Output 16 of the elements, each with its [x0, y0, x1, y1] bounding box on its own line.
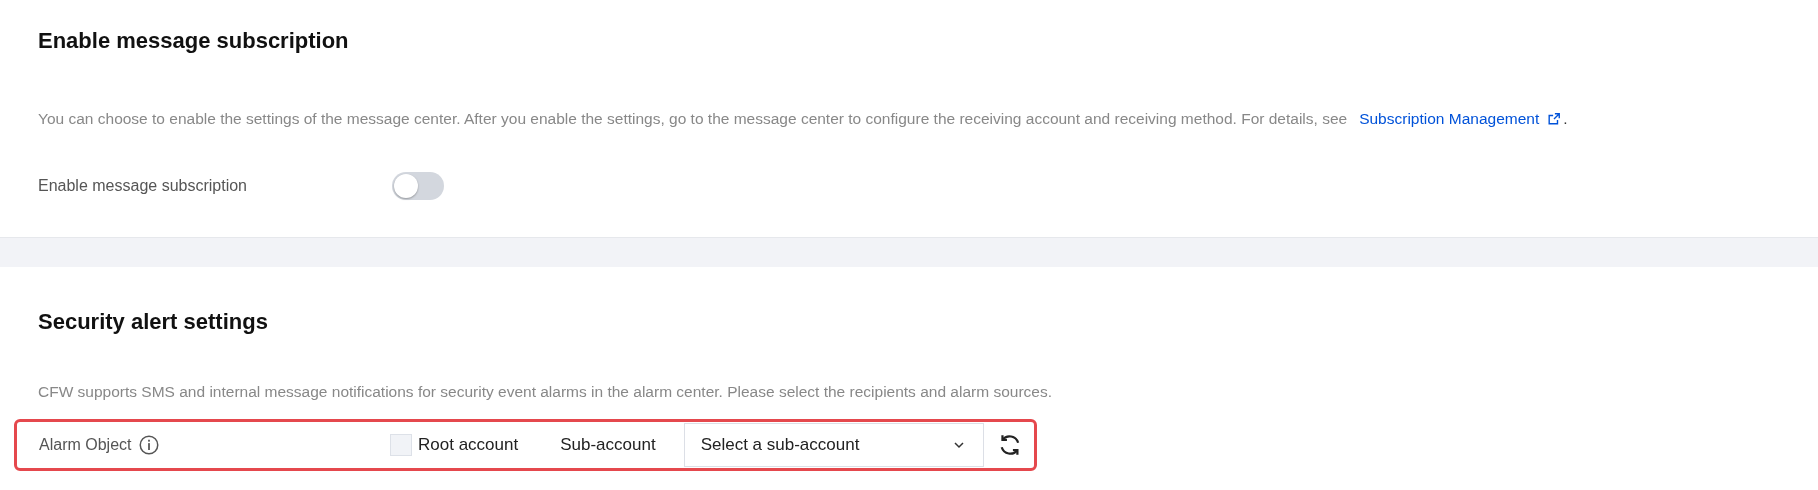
- period-text: .: [1563, 110, 1568, 128]
- info-icon[interactable]: [139, 435, 160, 455]
- field-label: Alarm Object: [39, 436, 132, 454]
- section-title: Enable message subscription: [38, 27, 350, 55]
- toggle-switch[interactable]: [392, 172, 444, 200]
- field-label: Enable message subscription: [38, 177, 248, 195]
- field-label: Sub-account: [560, 435, 656, 455]
- section-title: Security alert settings: [38, 308, 269, 336]
- checkbox[interactable]: [390, 434, 412, 456]
- subscription-link[interactable]: Subscription Management: [1359, 110, 1540, 128]
- checkbox-label: Root account: [418, 435, 519, 455]
- description-text: You can choose to enable the settings of the message center. After you enable the settings, go to the message center to configure the receiving account and receiving method. For details, see: [38, 110, 1348, 128]
- refresh-icon[interactable]: [998, 433, 1022, 457]
- description-text: CFW supports SMS and internal message notifications for security event alarms in the alarm center. Please select the recipients and alarm sources.: [38, 383, 1052, 401]
- sub-account-select[interactable]: Select a sub-account: [683, 423, 985, 467]
- external-link-icon[interactable]: [1547, 112, 1562, 126]
